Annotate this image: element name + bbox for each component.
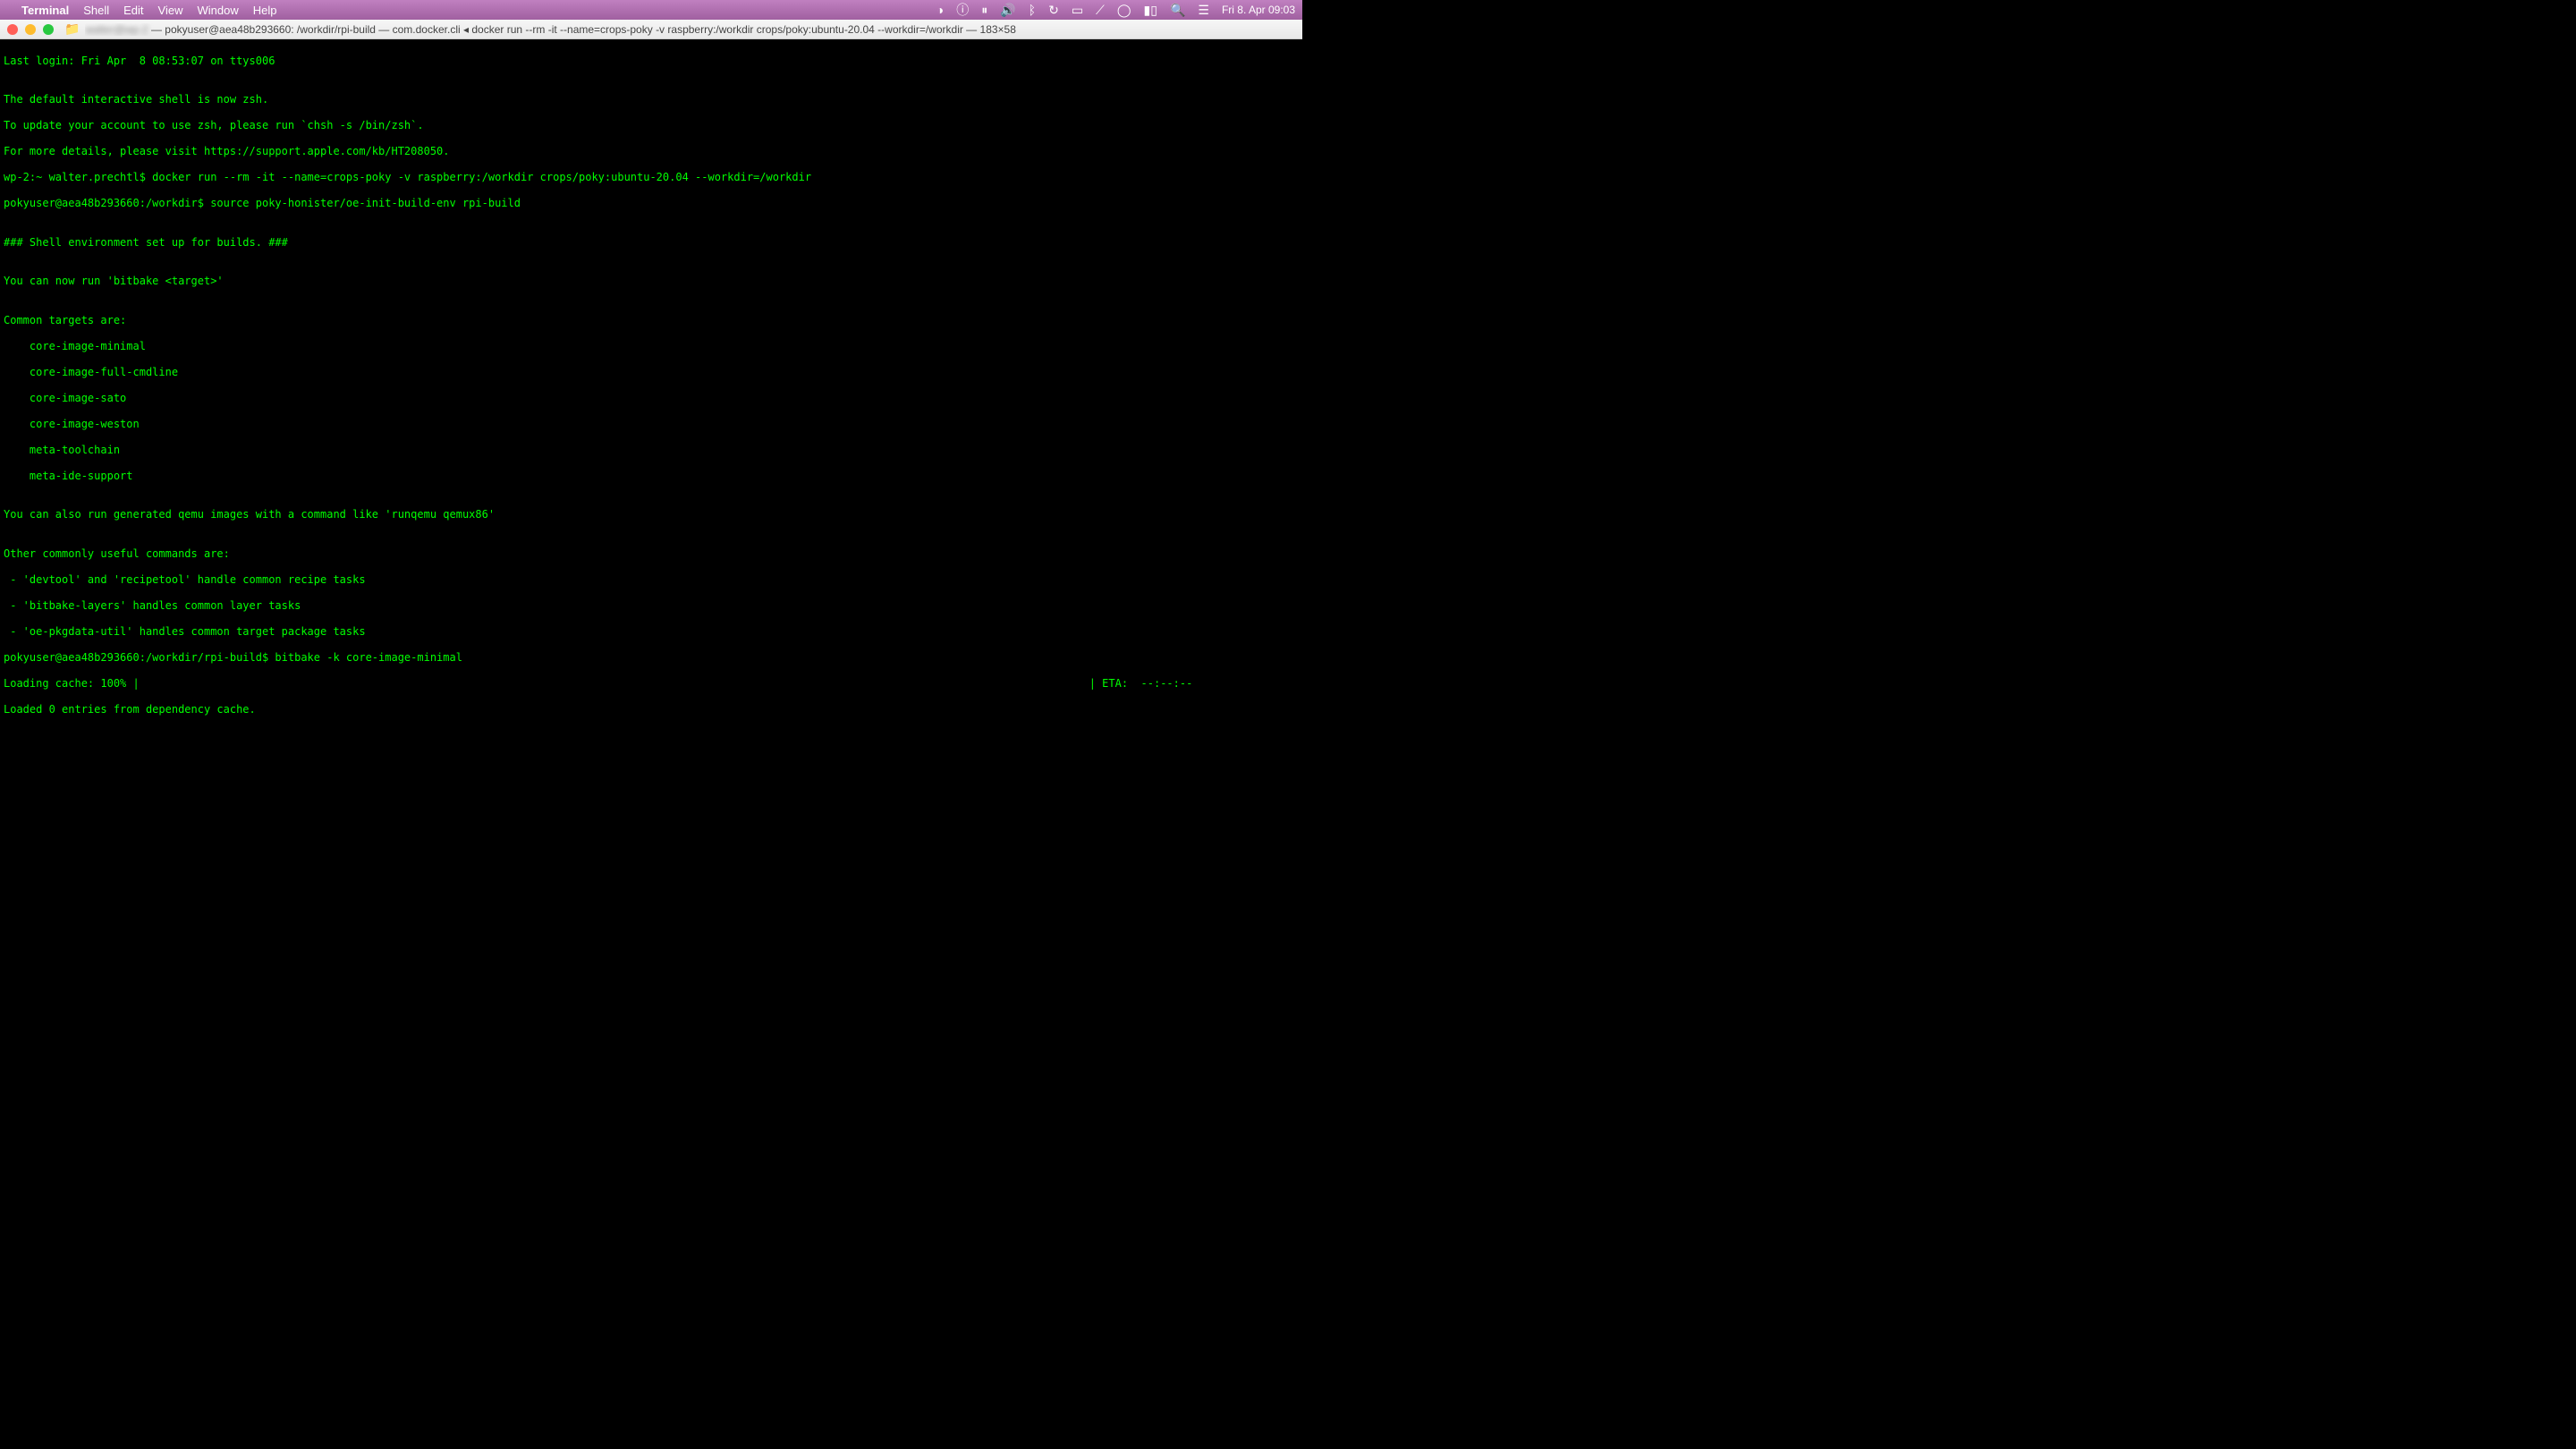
terminal-line: Last login: Fri Apr 8 08:53:07 on ttys00… [4,55,1299,68]
terminal-viewport[interactable]: Last login: Fri Apr 8 08:53:07 on ttys00… [0,39,1302,730]
terminal-line: You can also run generated qemu images w… [4,508,1299,521]
menu-help[interactable]: Help [253,4,277,17]
terminal-line: meta-toolchain [4,444,1299,457]
terminal-line: Loading cache: 100% | | ETA: --:--:-- [4,677,1299,691]
window-title: walter@wp-2 — pokyuser@aea48b293660: /wo… [85,23,1295,36]
user-icon[interactable]: ◯ [1117,3,1131,18]
terminal-line: - 'oe-pkgdata-util' handles common targe… [4,625,1299,639]
zoom-button[interactable] [43,24,54,35]
menu-view[interactable]: View [158,4,183,17]
spotlight-icon[interactable]: 🔍 [1170,3,1185,18]
terminal-line: Loaded 0 entries from dependency cache. [4,703,1299,716]
app-menu[interactable]: Terminal [21,4,69,17]
terminal-line: - 'devtool' and 'recipetool' handle comm… [4,573,1299,587]
bluetooth-icon[interactable]: ᛒ [1029,3,1036,17]
terminal-line: wp-2:~ walter.prechtl$ docker run --rm -… [4,171,1299,184]
menu-window[interactable]: Window [198,4,239,17]
control-center-icon[interactable]: ☰ [1198,3,1209,18]
window-titlebar: 📁 walter@wp-2 — pokyuser@aea48b293660: /… [0,20,1302,39]
battery-icon[interactable]: ▮▯ [1144,3,1157,18]
terminal-line: Other commonly useful commands are: [4,547,1299,561]
close-button[interactable] [7,24,18,35]
menubar-clock[interactable]: Fri 8. Apr 09:03 [1222,4,1295,16]
info-icon[interactable]: ⓘ [956,1,969,19]
menu-shell[interactable]: Shell [83,4,109,17]
calendar-icon[interactable]: ▭ [1072,3,1083,18]
terminal-line: The default interactive shell is now zsh… [4,93,1299,106]
terminal-line: pokyuser@aea48b293660:/workdir/rpi-build… [4,651,1299,665]
terminal-line: To update your account to use zsh, pleas… [4,119,1299,132]
minimize-button[interactable] [25,24,36,35]
terminal-line: core-image-minimal [4,340,1299,353]
terminal-line: core-image-full-cmdline [4,366,1299,379]
macos-menubar: Terminal Shell Edit View Window Help ◑ ⓘ… [0,0,1302,20]
volume-icon[interactable]: 🔊 [1000,3,1015,18]
docker-icon[interactable]: ◑ [936,3,944,17]
timemachine-icon[interactable]: ↻ [1048,3,1059,18]
wifi-off-icon[interactable]: ⟋ [1096,3,1105,18]
terminal-line: core-image-weston [4,418,1299,431]
terminal-line: Common targets are: [4,314,1299,327]
terminal-line: core-image-sato [4,392,1299,405]
menu-edit[interactable]: Edit [123,4,143,17]
terminal-line: pokyuser@aea48b293660:/workdir$ source p… [4,197,1299,210]
folder-icon: 📁 [64,21,80,37]
terminal-line: For more details, please visit https://s… [4,145,1299,158]
terminal-line: meta-ide-support [4,470,1299,483]
terminal-line: You can now run 'bitbake <target>' [4,275,1299,288]
terminal-line: ### Shell environment set up for builds.… [4,236,1299,250]
terminal-line: Parsing recipes: 100% |#################… [4,729,1299,731]
terminal-line: - 'bitbake-layers' handles common layer … [4,599,1299,613]
pause-icon[interactable]: ⏸ [981,3,987,18]
